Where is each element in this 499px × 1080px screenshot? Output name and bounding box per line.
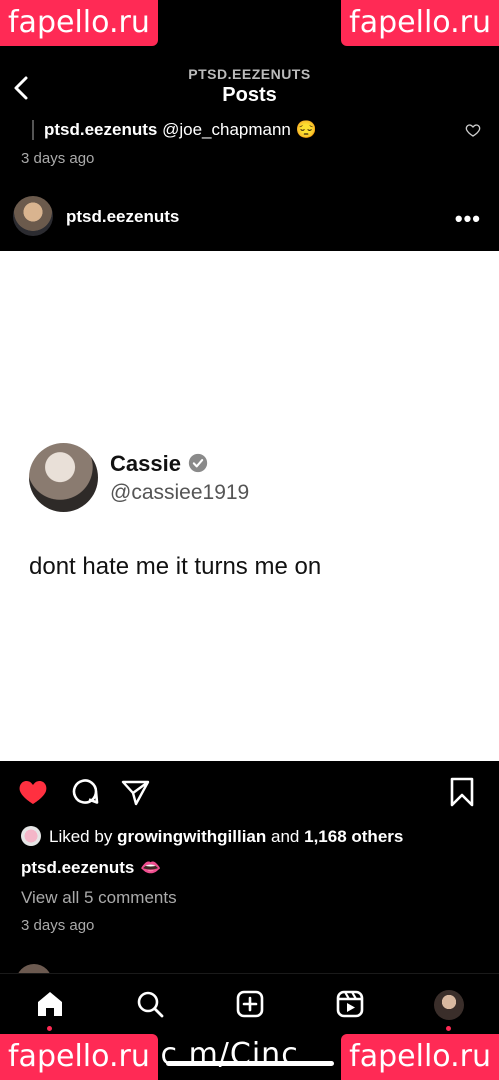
thread-line	[32, 120, 34, 140]
reels-icon[interactable]	[334, 988, 366, 1020]
comment-timestamp: 3 days ago	[21, 150, 95, 167]
watermark-bottom-left: fapello.ru	[0, 1034, 158, 1080]
liker-avatar	[21, 826, 41, 846]
post-header: ptsd.eezenuts •••	[0, 196, 499, 238]
comment-text: ptsd.eezenuts @joe_chapmann 😔	[44, 120, 317, 140]
home-icon[interactable]	[34, 988, 66, 1020]
more-icon[interactable]: •••	[455, 206, 481, 232]
bottom-navigation	[0, 973, 499, 1033]
view-comments-link[interactable]: View all 5 comments	[21, 888, 177, 908]
comment-icon[interactable]	[69, 776, 101, 808]
tweet-avatar	[29, 443, 98, 512]
watermark-top-right: fapello.ru	[341, 0, 499, 46]
caption-username[interactable]: ptsd.eezenuts	[21, 858, 134, 877]
avatar[interactable]	[13, 196, 53, 236]
previous-comment: ptsd.eezenuts @joe_chapmann 😔	[0, 118, 499, 148]
tweet-text: dont hate me it turns me on	[29, 553, 322, 580]
comment-mention[interactable]: @joe_chapmann	[162, 120, 291, 139]
tweet-handle: @cassiee1919	[110, 481, 250, 504]
post-caption: ptsd.eezenuts 👄	[21, 858, 162, 878]
profile-notification-dot	[446, 1026, 451, 1031]
heart-outline-icon[interactable]	[465, 122, 481, 138]
create-icon[interactable]	[234, 988, 266, 1020]
post-username[interactable]: ptsd.eezenuts	[66, 207, 179, 227]
watermark-bottom-text: .c m/Cinc	[150, 1037, 299, 1072]
liked-by-others[interactable]: 1,168 others	[304, 827, 403, 846]
notification-dot	[47, 1026, 52, 1031]
post-actions	[0, 776, 499, 810]
profile-avatar[interactable]	[434, 990, 464, 1020]
heart-filled-icon[interactable]	[17, 776, 49, 808]
post-timestamp: 3 days ago	[21, 917, 95, 934]
share-icon[interactable]	[119, 776, 151, 808]
liked-by-and: and	[271, 827, 300, 846]
top-header: PTSD.EEZENUTS Posts	[0, 60, 499, 116]
header-username: PTSD.EEZENUTS	[188, 66, 311, 82]
post-image[interactable]: Cassie @cassiee1919 dont hate me it turn…	[0, 251, 499, 761]
liked-by-line[interactable]: Liked by growingwithgillian and 1,168 ot…	[21, 826, 403, 847]
tweet-name: Cassie	[110, 451, 181, 476]
watermark-bottom-right: fapello.ru	[341, 1034, 499, 1080]
liked-by-prefix: Liked by	[49, 827, 113, 846]
verified-badge-icon	[188, 453, 208, 473]
search-icon[interactable]	[134, 988, 166, 1020]
comment-emoji: 😔	[295, 120, 317, 139]
caption-emoji: 👄	[140, 858, 162, 877]
home-indicator[interactable]	[166, 1061, 334, 1066]
page-title: Posts	[222, 84, 277, 106]
comment-username[interactable]: ptsd.eezenuts	[44, 120, 157, 139]
bookmark-icon[interactable]	[446, 776, 478, 808]
watermark-top-left: fapello.ru	[0, 0, 158, 46]
liked-by-user[interactable]: growingwithgillian	[117, 827, 266, 846]
